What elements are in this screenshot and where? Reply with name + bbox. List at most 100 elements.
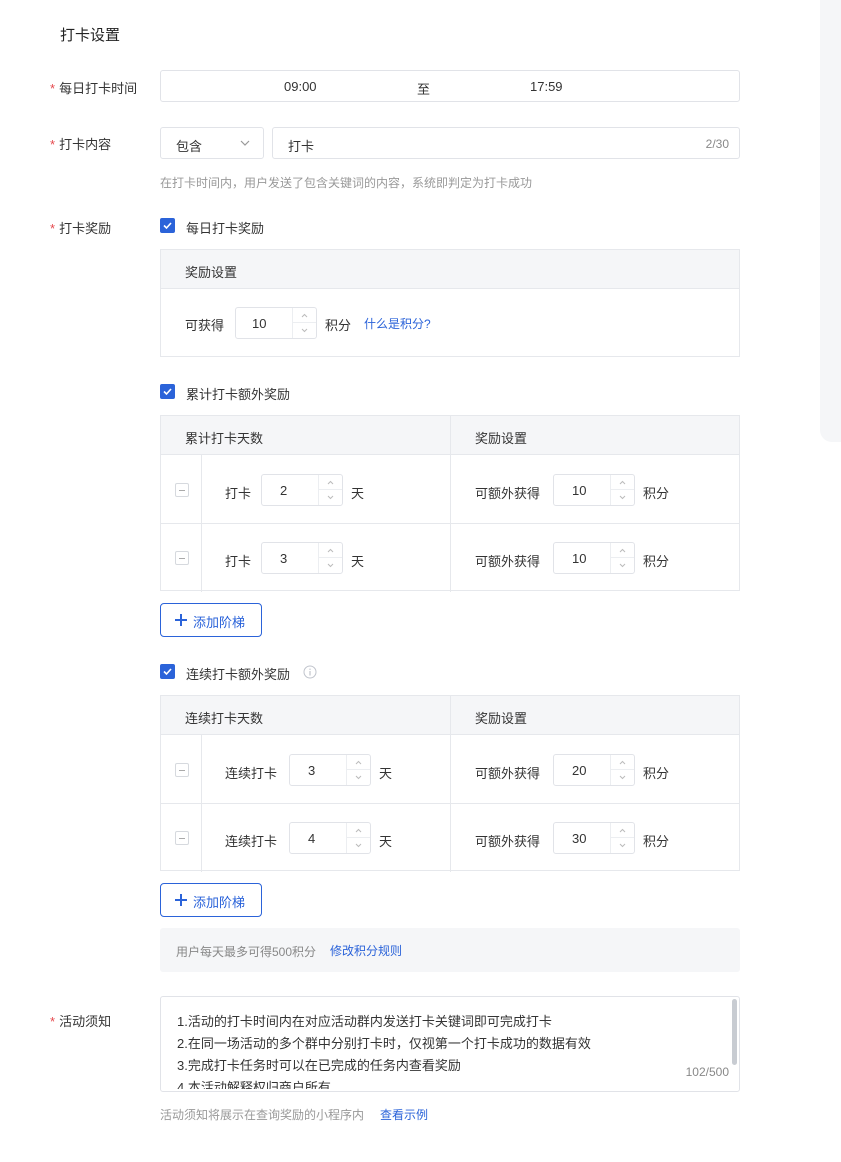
- tier-days-value: 2: [280, 483, 288, 498]
- stepper-arrows: [610, 823, 634, 853]
- side-panel: [820, 0, 841, 442]
- textarea-scrollbar[interactable]: [732, 999, 737, 1065]
- tier-days-stepper[interactable]: 4: [289, 822, 371, 854]
- increment-button[interactable]: [611, 755, 634, 770]
- end-time[interactable]: 17:59: [530, 79, 563, 94]
- chevron-down-icon: [619, 495, 626, 500]
- chevron-up-icon: [619, 828, 626, 832]
- row-divider: [161, 803, 739, 804]
- consecutive-reward-table: 连续打卡天数 奖励设置 连续打卡 3 天 可额外获得 20 积分 连续打卡 4 …: [160, 695, 740, 872]
- tier-day-unit: 天: [351, 486, 365, 501]
- match-type-select[interactable]: 包含: [160, 127, 264, 159]
- remove-tier-button[interactable]: [175, 763, 189, 777]
- chevron-down-icon: [301, 328, 308, 333]
- daily-reward-panel-header: 奖励设置: [161, 250, 739, 289]
- tier-reward-stepper[interactable]: 10: [553, 542, 635, 574]
- daily-reward-prefix: 可获得: [185, 318, 225, 333]
- view-example-link[interactable]: 查看示例: [380, 1106, 428, 1123]
- keyword-input[interactable]: 打卡 2/30: [272, 127, 740, 159]
- increment-button[interactable]: [611, 823, 634, 838]
- remove-tier-button[interactable]: [175, 483, 189, 497]
- add-cumulative-tier-button[interactable]: 添加阶梯: [160, 603, 262, 637]
- tier-day-unit: 天: [351, 554, 365, 569]
- required-mark: *: [50, 81, 56, 96]
- increment-button[interactable]: [611, 543, 634, 558]
- match-type-value: 包含: [176, 139, 203, 154]
- decrement-button[interactable]: [347, 838, 370, 853]
- tier-days-stepper[interactable]: 2: [261, 474, 343, 506]
- tier-reward-unit: 积分: [643, 554, 670, 569]
- stepper-arrows: [318, 475, 342, 505]
- tier-days-stepper[interactable]: 3: [261, 542, 343, 574]
- tier-prefix: 连续打卡: [225, 834, 278, 849]
- consecutive-reward-checkbox[interactable]: [160, 664, 175, 679]
- chevron-down-icon: [327, 563, 334, 568]
- daily-reward-checkbox[interactable]: [160, 218, 175, 233]
- increment-button[interactable]: [347, 823, 370, 838]
- cumulative-reward-table: 累计打卡天数 奖励设置 打卡 2 天 可额外获得 10 积分 打卡 3 天 可额…: [160, 415, 740, 592]
- tier-reward-stepper[interactable]: 10: [553, 474, 635, 506]
- remove-tier-button[interactable]: [175, 551, 189, 565]
- add-tier-label: 添加阶梯: [193, 895, 246, 910]
- chevron-up-icon: [327, 480, 334, 484]
- keyword-value: 打卡: [288, 139, 315, 154]
- stepper-arrows: [610, 755, 634, 785]
- notice-line: 2.在同一场活动的多个群中分别打卡时，仅视第一个打卡成功的数据有效: [177, 1036, 591, 1051]
- time-range-picker[interactable]: 09:00 至 17:59: [160, 70, 740, 102]
- decrement-button[interactable]: [611, 770, 634, 785]
- consecutive-reward-header: 奖励设置: [475, 711, 528, 726]
- remove-tier-button[interactable]: [175, 831, 189, 845]
- stepper-arrows: [610, 475, 634, 505]
- daily-reward-unit: 积分: [325, 318, 352, 333]
- chevron-up-icon: [619, 480, 626, 484]
- consecutive-reward-label: 连续打卡额外奖励: [186, 667, 291, 682]
- time-separator: 至: [417, 82, 431, 97]
- stepper-arrows: [318, 543, 342, 573]
- tier-reward-prefix: 可额外获得: [475, 554, 541, 569]
- check-icon: [163, 388, 172, 396]
- daily-reward-stepper[interactable]: 10: [235, 307, 317, 339]
- cumulative-reward-checkbox[interactable]: [160, 384, 175, 399]
- tier-reward-value: 10: [572, 483, 587, 498]
- cumulative-reward-label: 累计打卡额外奖励: [186, 387, 291, 402]
- decrement-button[interactable]: [611, 838, 634, 853]
- chevron-down-icon: [355, 775, 362, 780]
- chevron-down-icon: [327, 495, 334, 500]
- column-divider: [450, 416, 451, 592]
- tier-reward-value: 30: [572, 831, 587, 846]
- start-time[interactable]: 09:00: [284, 79, 317, 94]
- chevron-down-icon: [619, 563, 626, 568]
- decrement-button[interactable]: [319, 490, 342, 505]
- keyword-char-count: 2/30: [705, 137, 729, 151]
- add-consecutive-tier-button[interactable]: 添加阶梯: [160, 883, 262, 917]
- tier-reward-value: 10: [572, 551, 587, 566]
- reward-label-text: 打卡奖励: [59, 221, 112, 236]
- increment-button[interactable]: [319, 475, 342, 490]
- what-is-points-link[interactable]: 什么是积分?: [364, 315, 431, 332]
- daily-reward-header: 奖励设置: [185, 265, 238, 280]
- tier-day-unit: 天: [379, 766, 393, 781]
- decrement-button[interactable]: [611, 490, 634, 505]
- notice-textarea[interactable]: 1.活动的打卡时间内在对应活动群内发送打卡关键词即可完成打卡 2.在同一场活动的…: [160, 996, 740, 1092]
- info-icon[interactable]: [303, 665, 317, 679]
- cumulative-reward-header: 奖励设置: [475, 431, 528, 446]
- tier-days-stepper[interactable]: 3: [289, 754, 371, 786]
- increment-button[interactable]: [319, 543, 342, 558]
- tier-reward-stepper[interactable]: 20: [553, 754, 635, 786]
- increment-button[interactable]: [293, 308, 316, 323]
- decrement-button[interactable]: [347, 770, 370, 785]
- notice-label: * 活动须知: [50, 1011, 111, 1030]
- decrement-button[interactable]: [319, 558, 342, 573]
- modify-points-rule-link[interactable]: 修改积分规则: [330, 942, 402, 959]
- required-mark: *: [50, 1014, 56, 1029]
- tier-day-unit: 天: [379, 834, 393, 849]
- tier-reward-stepper[interactable]: 30: [553, 822, 635, 854]
- increment-button[interactable]: [611, 475, 634, 490]
- tier-days-value: 4: [308, 831, 316, 846]
- tier-days-value: 3: [280, 551, 288, 566]
- decrement-button[interactable]: [611, 558, 634, 573]
- decrement-button[interactable]: [293, 323, 316, 338]
- notice-line: 1.活动的打卡时间内在对应活动群内发送打卡关键词即可完成打卡: [177, 1014, 552, 1029]
- chevron-up-icon: [619, 760, 626, 764]
- increment-button[interactable]: [347, 755, 370, 770]
